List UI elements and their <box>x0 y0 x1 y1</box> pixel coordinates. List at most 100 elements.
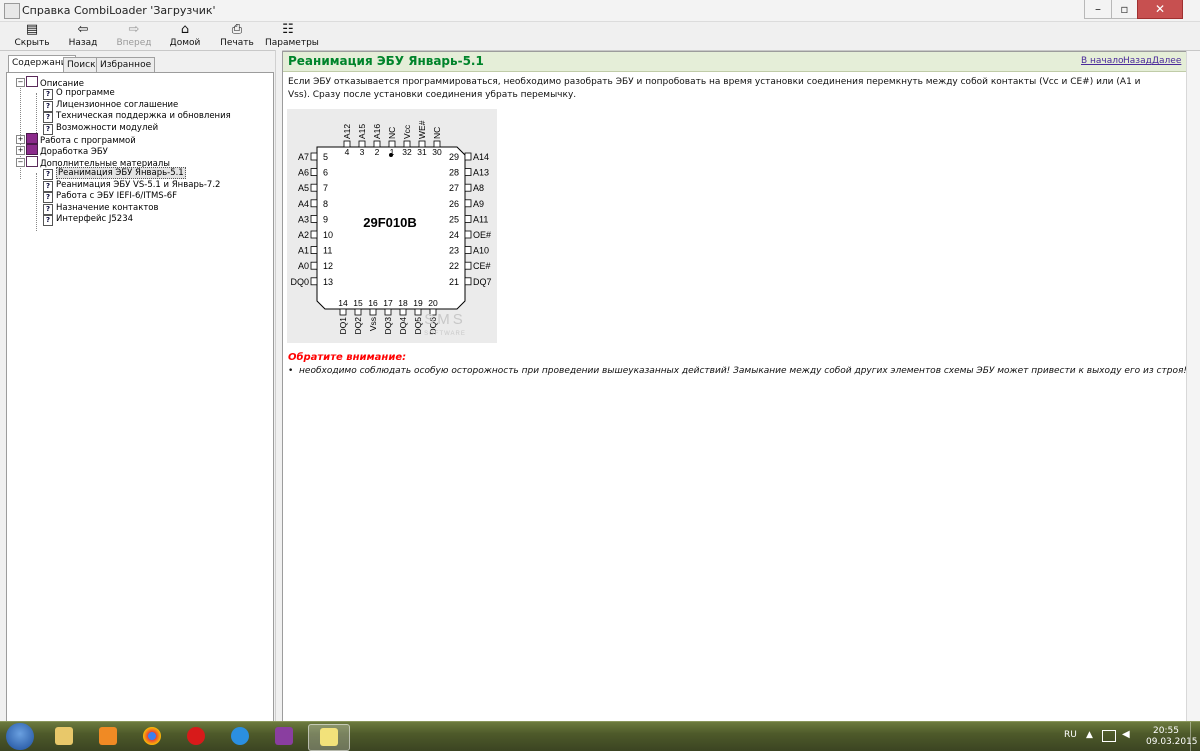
pin-pad <box>464 261 472 270</box>
pin-label: A13 <box>473 168 489 178</box>
tree-item-label: Возможности модулей <box>56 123 159 133</box>
pin-label: DQ3 <box>383 317 393 335</box>
taskbar-media-player[interactable] <box>88 724 128 749</box>
show-desktop-button[interactable] <box>1190 722 1200 751</box>
pin-label: A14 <box>473 152 489 162</box>
pin-number: 22 <box>449 261 459 271</box>
back-arrow-icon: ⇦ <box>77 22 89 37</box>
pin-number: 18 <box>398 298 408 308</box>
home-icon: ⌂ <box>180 22 190 37</box>
hide-button[interactable]: ▤ Скрыть <box>13 22 51 50</box>
pin-number: 20 <box>428 298 438 308</box>
expand-toggle[interactable]: + <box>16 146 25 155</box>
tree-item-iefi6[interactable]: ? Работа с ЭБУ IEFI-6/ITMS-6F <box>43 190 177 203</box>
tree-item-o-programme[interactable]: ? О программе <box>43 87 115 100</box>
internet-explorer-icon <box>231 727 249 745</box>
tree-item-label: О программе <box>56 88 115 98</box>
pin-number: 12 <box>323 261 333 271</box>
topic-paragraph: Если ЭБУ отказывается программироваться,… <box>288 77 1141 100</box>
pin-number: 15 <box>353 298 363 308</box>
pin-number: 10 <box>323 230 333 240</box>
taskbar-chrome[interactable] <box>132 724 172 749</box>
language-indicator[interactable]: RU <box>1064 730 1077 740</box>
taskbar-opera[interactable] <box>176 724 216 749</box>
tree-item-reanimation-jan51[interactable]: ? Реанимация ЭБУ Январь-5.1 <box>43 167 186 180</box>
topic-header: Реанимация ЭБУ Январь-5.1 В начало Назад… <box>283 52 1186 72</box>
pin-number: 23 <box>449 246 459 256</box>
pin-label: NC <box>432 127 442 139</box>
pin-pad <box>464 168 472 176</box>
pin-label: A10 <box>473 246 489 256</box>
winrar-icon <box>275 727 293 745</box>
pin-pad <box>310 277 318 286</box>
forward-button[interactable]: ⇨ Вперед <box>114 22 154 50</box>
pin-label: WE# <box>417 120 427 139</box>
close-button[interactable]: ✕ <box>1137 0 1183 19</box>
clock-time: 20:55 <box>1153 726 1179 736</box>
pin-label: A15 <box>357 124 367 139</box>
volume-icon[interactable]: ◀ <box>1122 729 1130 740</box>
watermark: SMS <box>424 311 466 328</box>
home-button[interactable]: ⌂ Домой <box>166 22 204 50</box>
pin-pad <box>339 308 347 316</box>
pin-pad <box>310 168 318 176</box>
open-book-icon <box>26 156 38 167</box>
closed-book-icon <box>26 133 38 144</box>
pin-pad <box>310 199 318 208</box>
pin-label: A8 <box>473 183 484 193</box>
pin-number: 5 <box>323 152 328 162</box>
pin-label: A5 <box>298 183 309 193</box>
pin-label: A1 <box>298 246 309 256</box>
chrome-icon <box>143 727 161 745</box>
pin-label: A6 <box>298 168 309 178</box>
collapse-toggle[interactable]: − <box>16 78 25 87</box>
pin-pad <box>414 308 422 316</box>
print-button[interactable]: ⎙ Печать <box>218 22 256 50</box>
expand-toggle[interactable]: + <box>16 135 25 144</box>
tree-item-label: Техническая поддержка и обновления <box>56 111 231 121</box>
pin-pad <box>310 152 318 161</box>
pin-label: A3 <box>298 214 309 224</box>
tree-item-support[interactable]: ? Техническая поддержка и обновления <box>43 110 231 123</box>
pin-label: CE# <box>473 261 491 271</box>
taskbar-ie[interactable] <box>220 724 260 749</box>
maximize-button[interactable]: ▫ <box>1111 0 1138 19</box>
link-next[interactable]: Далее <box>1152 56 1181 66</box>
pin-pad <box>310 246 318 255</box>
link-back[interactable]: Назад <box>1123 56 1152 66</box>
tree-item-j5234[interactable]: ? Интерфейс J5234 <box>43 213 133 226</box>
system-clock[interactable]: 20:55 09.03.2015 <box>1146 726 1198 748</box>
note-bullet: • необходимо соблюдать особую осторожнос… <box>288 366 1187 376</box>
collapse-toggle[interactable]: − <box>16 158 25 167</box>
pin-number: 7 <box>323 183 328 193</box>
tray-expand-icon[interactable]: ▲ <box>1086 730 1093 740</box>
vertical-scrollbar[interactable] <box>1186 51 1200 724</box>
pin-number: 6 <box>323 168 328 178</box>
left-pins: A7 5 A6 6 A5 7 A4 8 A3 9 A2 10 A1 11 A0 12 DQ0 13 <box>290 152 333 287</box>
minimize-button[interactable]: – <box>1084 0 1112 19</box>
pin-pad <box>464 277 472 286</box>
tab-favorites[interactable]: Избранное <box>96 57 156 72</box>
pin-label: A12 <box>342 124 352 139</box>
taskbar-explorer[interactable] <box>44 724 84 749</box>
home-label: Домой <box>169 38 201 48</box>
help-page-icon: ? <box>43 215 53 226</box>
pin-label: DQ5 <box>413 317 423 335</box>
tab-search[interactable]: Поиск <box>63 57 100 72</box>
pin-label: A16 <box>372 124 382 139</box>
pin-number: 27 <box>449 183 459 193</box>
back-button[interactable]: ⇦ Назад <box>64 22 102 50</box>
pin-pad <box>310 230 318 239</box>
start-button[interactable] <box>6 723 34 750</box>
pin-pad <box>464 230 472 239</box>
pin-number: 24 <box>449 230 459 240</box>
hide-pane-icon: ▤ <box>25 22 39 37</box>
taskbar-help-active[interactable] <box>308 724 350 751</box>
options-button[interactable]: ☷ Параметры <box>265 22 319 50</box>
tree-item-dorabotka[interactable]: Доработка ЭБУ <box>26 144 108 157</box>
tree-item-label: Реанимация ЭБУ VS-5.1 и Январь-7.2 <box>56 180 221 190</box>
network-icon[interactable] <box>1102 730 1116 742</box>
tree-item-label: Реанимация ЭБУ Январь-5.1 <box>56 167 186 179</box>
link-to-start[interactable]: В начало <box>1081 56 1124 66</box>
taskbar-winrar[interactable] <box>264 724 304 749</box>
